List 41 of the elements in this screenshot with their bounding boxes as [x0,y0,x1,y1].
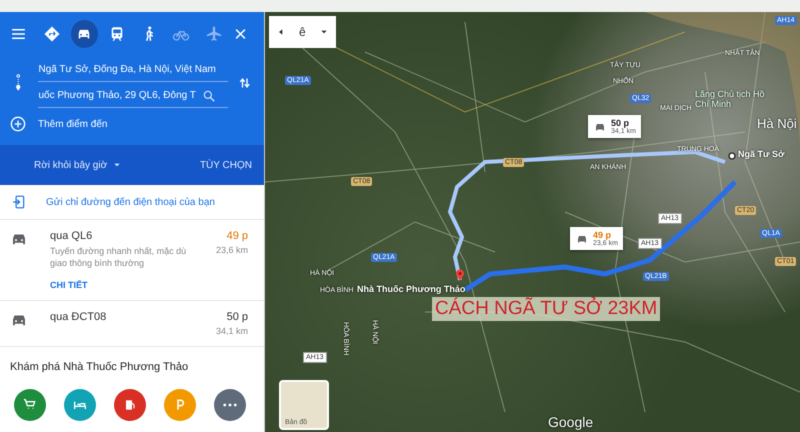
route-description: Tuyến đường nhanh nhất, mặc dù giao thông bình thường [50,245,188,270]
destination-field[interactable]: uốc Phương Thảo, 29 QL6, Đông T [38,84,228,108]
destination-label: Nhà Thuốc Phương Thảo [357,284,466,294]
close-icon[interactable] [233,26,248,42]
category-button[interactable] [64,389,96,422]
origin-label: Ngã Tư Sở [738,149,784,159]
category-button[interactable] [14,389,46,422]
left-arrow-icon[interactable] [277,28,285,36]
send-directions-link[interactable]: Gửi chỉ đường đến điện thoại của bạn [46,196,215,208]
route-duration: 50 p [226,311,248,324]
options-button[interactable]: TÙY CHỌN [200,160,252,170]
city-label: Hà Nội [757,116,797,131]
send-to-phone-icon[interactable] [12,194,26,210]
origin-field[interactable]: Ngã Tư Sở, Đống Đa, Hà Nội, Việt Nam [38,58,228,82]
explore-title: Khám phá Nhà Thuốc Phương Thảo [9,360,190,376]
route-duration: 49 p [226,230,248,242]
airplane-icon [204,25,223,43]
category-button[interactable] [214,389,246,422]
search-icon[interactable] [202,88,216,102]
category-button[interactable] [114,389,146,422]
route-name: qua QL6 [50,230,92,242]
route-option[interactable]: qua ĐCT08 50 p 34,1 km [0,301,264,348]
distance-annotation: CÁCH NGÃ TƯ SỞ 23KM [432,297,660,321]
origin-dot-icon [728,152,736,160]
depart-time-dropdown[interactable]: Rời khỏi bây giờ [34,160,122,170]
add-destination-link[interactable]: Thêm điểm đến [38,118,108,130]
route-name: qua ĐCT08 [50,311,106,324]
landmark-label: Lăng Chủ tịch Hồ Chí Minh [695,90,765,110]
caret-icon [320,28,328,36]
details-link[interactable]: CHI TIẾT [50,280,88,290]
route-option[interactable]: qua QL6 49 p Tuyến đường nhanh nhất, mặc dù giao thông bình thường 23,6 km CHI TIẾT [0,220,264,302]
more-icon [223,403,237,408]
add-circle-icon[interactable] [10,116,26,132]
layer-dropdown[interactable]: ê [269,16,336,48]
map-pin-icon [454,267,466,283]
route-distance: 23,6 km [216,245,248,255]
caret-icon [113,161,122,169]
diamond-arrow-icon [43,25,62,43]
travel-mode-tab[interactable] [71,20,98,48]
google-logo: Google [548,414,594,430]
route-distance: 34,1 km [216,326,248,336]
